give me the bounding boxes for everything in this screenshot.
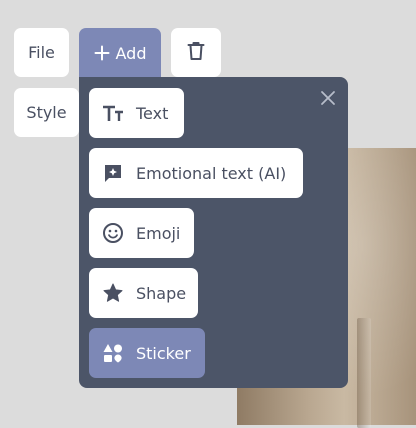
menu-item-label: Text xyxy=(136,103,169,123)
menu-item-text[interactable]: Text xyxy=(89,88,184,138)
menu-item-emotional-text[interactable]: Emotional text (AI) xyxy=(89,148,303,198)
menu-item-label: Shape xyxy=(136,283,187,303)
add-button-label: Add xyxy=(115,43,147,63)
trash-icon xyxy=(187,41,205,65)
menu-item-label: Emotional text (AI) xyxy=(136,163,287,183)
delete-button[interactable] xyxy=(171,28,221,77)
menu-item-label: Emoji xyxy=(136,223,181,243)
plus-icon xyxy=(94,45,110,61)
menu-item-label: Sticker xyxy=(136,343,191,363)
shapes-icon xyxy=(102,342,124,364)
menu-item-shape[interactable]: Shape xyxy=(89,268,198,318)
text-size-icon xyxy=(102,102,124,124)
star-icon xyxy=(102,282,124,304)
smiley-icon xyxy=(102,222,124,244)
style-button-label: Style xyxy=(26,103,67,122)
file-button[interactable]: File xyxy=(14,28,69,77)
style-button[interactable]: Style xyxy=(14,88,79,137)
ai-comment-icon xyxy=(102,162,124,184)
menu-item-emoji[interactable]: Emoji xyxy=(89,208,194,258)
close-icon[interactable] xyxy=(319,89,337,107)
menu-item-sticker[interactable]: Sticker xyxy=(89,328,205,378)
file-button-label: File xyxy=(28,43,55,62)
add-button[interactable]: Add xyxy=(79,28,161,78)
